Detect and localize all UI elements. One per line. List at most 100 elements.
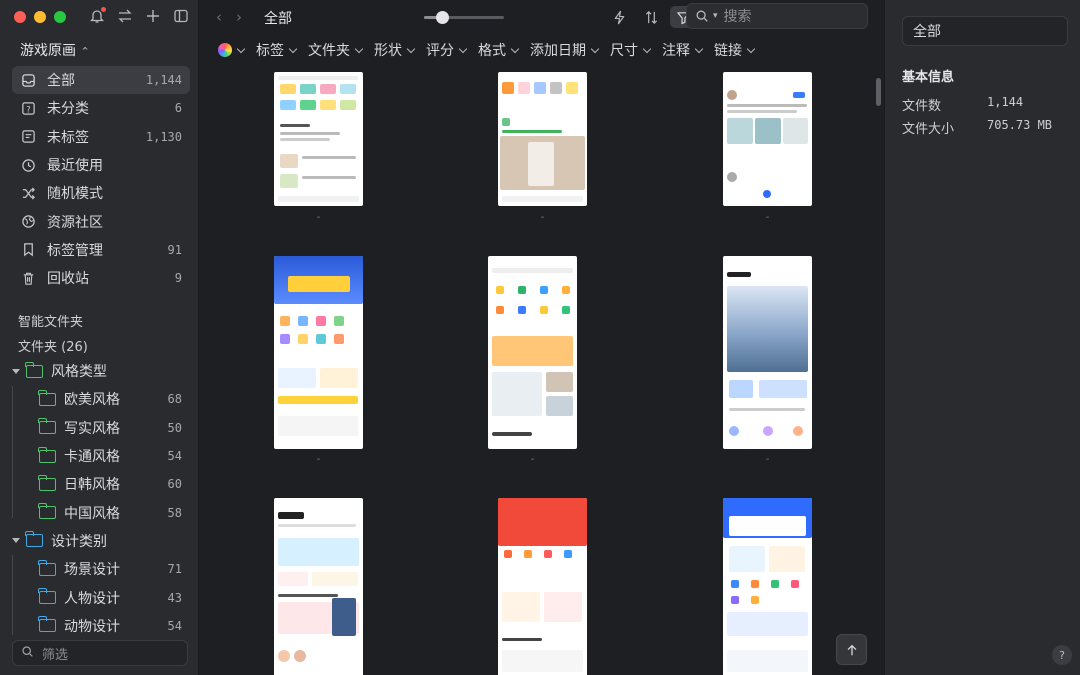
zoom-slider-knob[interactable] [435,11,449,24]
chevron-down-icon[interactable] [12,368,20,374]
asset-thumbnail[interactable] [498,498,587,675]
forward-arrow-icon[interactable]: › [236,8,242,26]
filter-links[interactable]: 链接 [714,40,754,60]
folder-animal-design[interactable]: 动物设计 54 [12,612,190,640]
folder-chinese-style[interactable]: 中国风格 58 [12,498,190,526]
sidebar-item-count: 91 [167,242,182,257]
folder-label: 场景设计 [64,562,120,579]
folder-label: 欧美风格 [64,392,120,409]
filter-size[interactable]: 尺寸 [610,40,650,60]
sidebar-item-label: 资源社区 [47,214,103,231]
asset-caption: - [540,212,545,223]
asset-thumbnail[interactable] [488,256,577,449]
grid-scrollbar[interactable] [876,78,881,106]
folder-realistic-style[interactable]: 写实风格 50 [12,414,190,442]
folder-style-types[interactable]: 风格类型 [12,357,190,385]
chevron-down-icon[interactable]: ▾ [713,11,718,21]
folder-icon [38,446,56,463]
sidebar-item-label: 标签管理 [47,242,103,259]
scroll-to-top-button[interactable] [836,634,867,665]
sidebar-item-recent[interactable]: 最近使用 [12,151,190,179]
folder-cartoon-style[interactable]: 卡通风格 54 [12,442,190,470]
filter-folders[interactable]: 文件夹 [308,40,362,60]
globe-icon [20,214,36,230]
asset-thumbnail[interactable] [723,256,812,449]
sidebar-item-community[interactable]: 资源社区 [12,207,190,235]
folder-icon [38,616,56,633]
folder-design-categories[interactable]: 设计类别 [12,527,190,555]
sidebar-item-untagged[interactable]: 未标签 1,130 [12,123,190,151]
folder-label: 风格类型 [51,364,107,381]
folder-count: 60 [167,477,182,492]
filter-rating[interactable]: 评分 [426,40,466,60]
sidebar-item-trash[interactable]: 回收站 9 [12,264,190,292]
asset-thumbnail[interactable] [274,498,363,675]
svg-text:?: ? [26,104,30,114]
asset-thumbnail[interactable] [723,498,812,675]
folder-label: 动物设计 [64,618,120,635]
filter-date-added[interactable]: 添加日期 [530,40,598,60]
sidebar-item-label: 最近使用 [47,158,103,175]
zoom-slider[interactable] [424,11,504,24]
back-arrow-icon[interactable]: ‹ [216,8,222,26]
filter-notes[interactable]: 注释 [662,40,702,60]
folder-label: 日韩风格 [64,477,120,494]
sidebar-item-count: 1,130 [145,129,182,144]
asset-thumbnail[interactable] [274,256,363,449]
question-box-icon: ? [20,100,36,116]
folder-name-field[interactable]: 全部 [902,16,1068,46]
smart-folders-header[interactable]: 智能文件夹 [18,311,83,330]
folder-scene-design[interactable]: 场景设计 71 [12,555,190,583]
folder-count: 54 [167,618,182,633]
sidebar-item-label: 全部 [47,73,75,90]
folders-header[interactable]: 文件夹 (26) [18,336,88,355]
tag-icon [20,129,36,145]
add-icon[interactable] [144,7,162,25]
close-window-button[interactable] [14,11,26,23]
folder-count: 50 [167,420,182,435]
info-row-file-count: 文件数 1,144 [902,95,1072,114]
sidebar-item-random[interactable]: 随机模式 [12,179,190,207]
app-window: 游戏原画 ⌃ 全部 1,144 ? 未分类 6 未标签 1,130 最近使用 随… [0,0,1080,675]
sort-icon[interactable] [638,6,664,28]
asset-thumbnail[interactable] [723,72,812,206]
filter-format[interactable]: 格式 [478,40,518,60]
sidebar-filter-input[interactable]: 筛选 [12,640,188,666]
sidebar-toggle-icon[interactable] [172,7,190,25]
folder-jp-kr-style[interactable]: 日韩风格 60 [12,470,190,498]
folder-icon [25,531,43,548]
maximize-window-button[interactable] [54,11,66,23]
sidebar-item-tag-manager[interactable]: 标签管理 91 [12,236,190,264]
sidebar-item-uncategorized[interactable]: ? 未分类 6 [12,94,190,122]
folder-count: 68 [167,392,182,407]
folder-label: 人物设计 [64,590,120,607]
sidebar-item-label: 未标签 [47,129,89,146]
info-row-file-size: 文件大小 705.73 MB [902,118,1072,137]
folder-icon [38,503,56,520]
asset-thumbnail[interactable] [274,72,363,206]
folder-icon [38,588,56,605]
minimize-window-button[interactable] [34,11,46,23]
window-controls [14,11,66,23]
folder-icon [38,559,56,576]
color-filter[interactable] [218,43,244,57]
lightning-icon[interactable] [606,6,632,28]
clock-icon [20,157,36,173]
info-value: 705.73 MB [987,118,1053,132]
bell-icon[interactable] [88,7,106,25]
shuffle-icon [20,185,36,201]
sidebar-item-all[interactable]: 全部 1,144 [12,66,190,95]
asset-thumbnail[interactable] [498,72,587,206]
main-content: ‹ › 全部 ▾ 搜索 标签 文件夹 形状 评分 格式 添加日期 尺寸 注释 链… [200,0,884,675]
library-switcher[interactable]: 游戏原画 ⌃ [20,40,90,60]
filter-tags[interactable]: 标签 [256,40,296,60]
view-toolbar [606,6,696,28]
filter-shape[interactable]: 形状 [374,40,414,60]
search-input[interactable]: ▾ 搜索 [686,3,868,29]
help-button[interactable]: ? [1052,645,1072,665]
chevron-updown-icon: ⌃ [80,45,90,58]
folder-character-design[interactable]: 人物设计 43 [12,583,190,611]
chevron-down-icon[interactable] [12,538,20,544]
folder-western-style[interactable]: 欧美风格 68 [12,385,190,413]
swap-icon[interactable] [116,7,134,25]
